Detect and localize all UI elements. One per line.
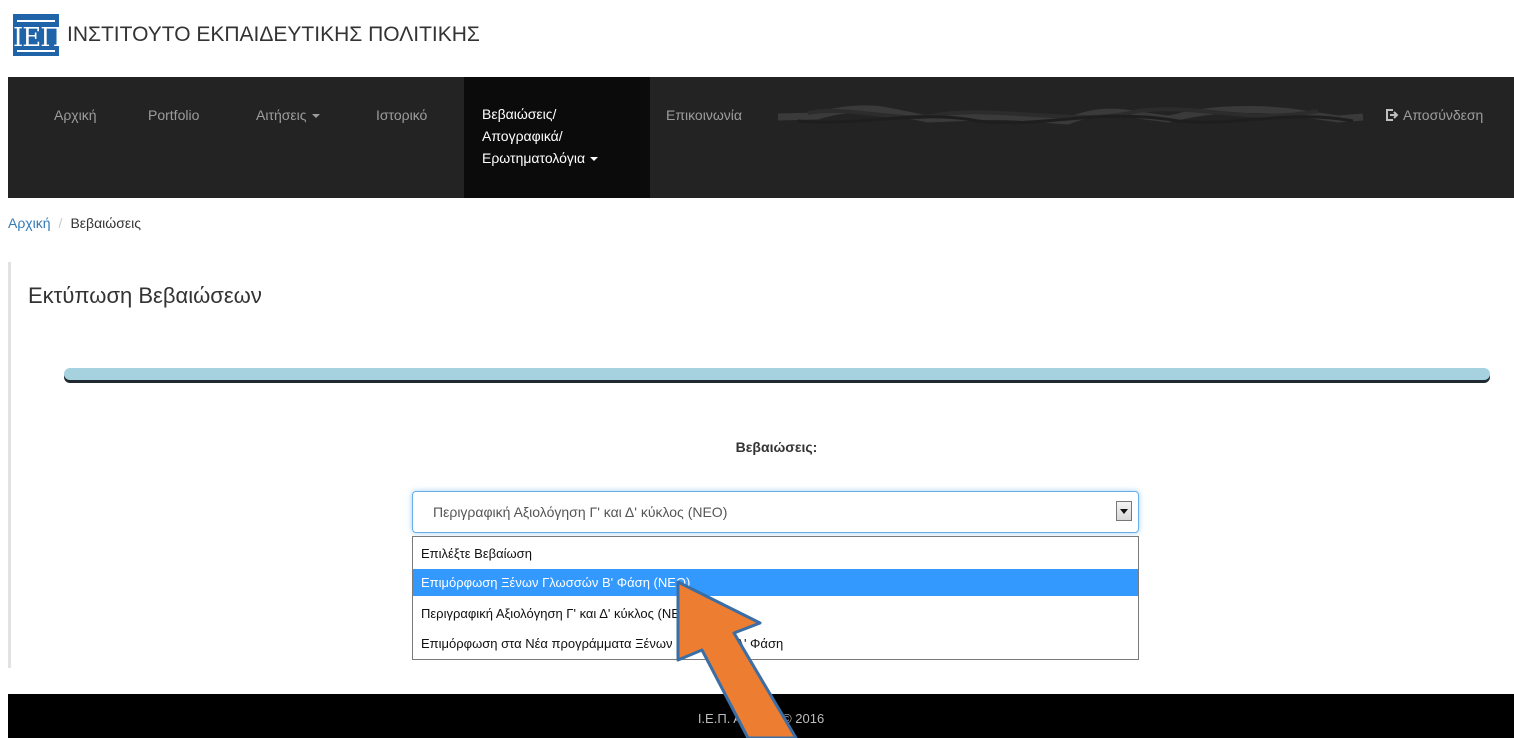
brand[interactable]: ΙΕΠ ΙΝΣΤΙΤΟΥΤΟ ΕΚΠΑΙΔΕΥΤΙΚΗΣ ΠΟΛΙΤΙΚΗΣ bbox=[13, 10, 480, 60]
page-title: Εκτύπωση Βεβαιώσεων bbox=[28, 283, 262, 308]
logout-label: Αποσύνδεση bbox=[1403, 107, 1484, 123]
breadcrumb-separator: / bbox=[58, 215, 63, 231]
nav-item-contact[interactable]: Επικοινωνία bbox=[666, 105, 742, 125]
caret-down-icon bbox=[590, 157, 599, 162]
nav-active-line-2: Απογραφικά/ bbox=[482, 128, 563, 144]
certificates-select[interactable]: Περιγραφική Αξιολόγηση Γ' και Δ' κύκλος … bbox=[412, 491, 1139, 533]
logout-icon bbox=[1386, 109, 1399, 121]
nav-item-portfolio[interactable]: Portfolio bbox=[148, 105, 199, 125]
panel-border bbox=[8, 262, 11, 668]
nav-item-history[interactable]: Ιστορικό bbox=[376, 105, 427, 125]
nav-active-line-3: Ερωτηματολόγια bbox=[482, 150, 586, 166]
nav-item-applications[interactable]: Αιτήσεις bbox=[256, 105, 320, 125]
navbar: Αρχική Portfolio Αιτήσεις Ιστορικό Βεβαι… bbox=[8, 77, 1514, 198]
option-choose-certificate[interactable]: Επιλέξτε Βεβαίωση bbox=[413, 540, 1138, 567]
certificates-select-label: Βεβαιώσεις: bbox=[735, 439, 818, 455]
breadcrumb: Αρχική / Βεβαιώσεις bbox=[8, 215, 141, 231]
nav-active-line-1: Βεβαιώσεις/ bbox=[482, 106, 557, 122]
annotation-arrow-icon bbox=[676, 580, 798, 738]
dropdown-arrow-icon[interactable] bbox=[1116, 501, 1132, 521]
breadcrumb-current: Βεβαιώσεις bbox=[70, 215, 141, 231]
nav-item-applications-label: Αιτήσεις bbox=[256, 107, 307, 123]
iep-logo: ΙΕΠ bbox=[13, 14, 63, 56]
select-current-value: Περιγραφική Αξιολόγηση Γ' και Δ' κύκλος … bbox=[433, 504, 728, 520]
breadcrumb-home[interactable]: Αρχική bbox=[8, 215, 51, 231]
caret-down-icon bbox=[311, 114, 320, 119]
decorative-bar bbox=[64, 368, 1490, 380]
nav-item-certificates[interactable]: Βεβαιώσεις/ Απογραφικά/ Ερωτηματολόγια bbox=[464, 77, 650, 198]
brand-name: ΙΝΣΤΙΤΟΥΤΟ ΕΚΠΑΙΔΕΥΤΙΚΗΣ ΠΟΛΙΤΙΚΗΣ bbox=[67, 23, 480, 46]
nav-item-home[interactable]: Αρχική bbox=[54, 105, 97, 125]
redaction-scribble bbox=[778, 105, 1364, 125]
logout-link[interactable]: Αποσύνδεση bbox=[1385, 105, 1483, 125]
